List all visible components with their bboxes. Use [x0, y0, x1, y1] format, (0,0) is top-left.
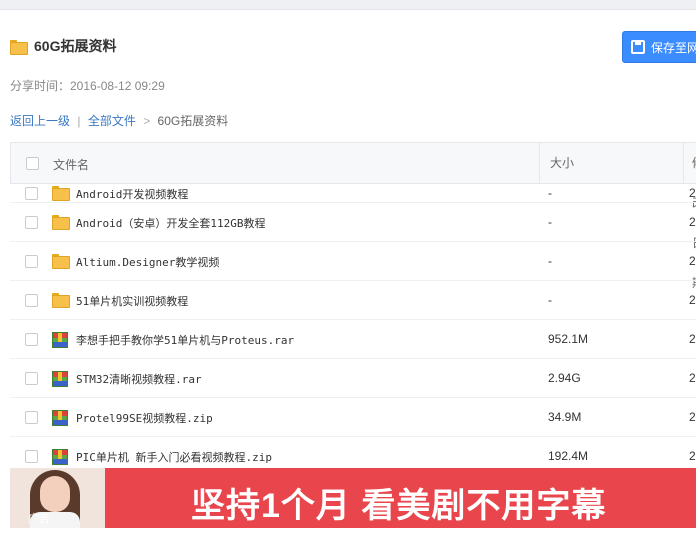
file-list-header: 文件名 大小 修改日期: [10, 142, 696, 290]
column-header-date[interactable]: 修改日期: [683, 143, 696, 290]
file-name[interactable]: 51单片机实训视频教程: [76, 293, 188, 309]
file-size: 34.9M: [548, 410, 582, 424]
ad-headline[interactable]: 坚持1个月 看美剧不用字幕: [191, 478, 606, 527]
breadcrumb-current: 60G拓展资料: [157, 114, 229, 128]
file-name[interactable]: Protel99SE视频教程.zip: [76, 410, 213, 426]
row-checkbox[interactable]: [25, 216, 38, 229]
file-name[interactable]: PIC单片机 新手入门必看视频教程.zip: [76, 449, 272, 465]
save-icon: [631, 40, 645, 54]
file-row[interactable]: Android（安卓）开发全套112GB教程 - 2: [10, 203, 696, 242]
top-bar: [0, 0, 696, 10]
file-row[interactable]: Altium.Designer教学视频 - 2: [10, 242, 696, 281]
file-date: 2: [689, 371, 696, 385]
file-size: 952.1M: [548, 332, 589, 346]
ad-headline-panel[interactable]: 坚持1个月 看美剧不用字幕: [105, 468, 696, 528]
back-link[interactable]: 返回上一级: [10, 114, 70, 128]
file-date: 2: [689, 293, 696, 307]
file-name[interactable]: Android开发视频教程: [76, 186, 188, 202]
folder-title-row: 60G拓展资料: [10, 36, 116, 56]
file-row[interactable]: 李想手把手教你学51单片机与Proteus.rar 952.1M 2: [10, 320, 696, 359]
row-checkbox[interactable]: [25, 450, 38, 463]
folder-icon: [52, 215, 70, 230]
file-size: 2.94G: [548, 371, 581, 385]
file-size: -: [548, 293, 552, 307]
file-size: -: [548, 215, 552, 229]
file-date: 2: [689, 254, 696, 268]
row-checkbox[interactable]: [25, 411, 38, 424]
file-name[interactable]: Android（安卓）开发全套112GB教程: [76, 215, 265, 231]
file-size: -: [548, 186, 552, 200]
file-date: 2: [689, 410, 696, 424]
file-row[interactable]: Protel99SE视频教程.zip 34.9M 2: [10, 398, 696, 437]
share-time: 分享时间：2016-08-12 09:29: [10, 79, 165, 93]
file-date: 2: [689, 332, 696, 346]
column-header-name[interactable]: 文件名: [53, 156, 89, 173]
archive-file-icon: [52, 449, 68, 465]
save-button-label: 保存至网盘: [650, 40, 696, 55]
row-checkbox[interactable]: [25, 187, 38, 200]
archive-file-icon: [52, 332, 68, 348]
archive-file-icon: [52, 371, 68, 387]
file-name[interactable]: 李想手把手教你学51单片机与Proteus.rar: [76, 332, 294, 348]
folder-icon: [10, 39, 28, 55]
folder-icon: [52, 293, 70, 308]
page-title: 60G拓展资料: [34, 38, 117, 54]
save-to-netdisk-button[interactable]: 保存至网盘: [622, 31, 696, 63]
file-row[interactable]: STM32清晰视频教程.rar 2.94G 2: [10, 359, 696, 398]
row-checkbox[interactable]: [25, 372, 38, 385]
file-rows: Android开发视频教程 - 2 Android（安卓）开发全套112GB教程…: [10, 184, 696, 476]
file-date: 2: [689, 215, 696, 229]
file-row[interactable]: Android开发视频教程 - 2: [10, 184, 696, 203]
row-checkbox[interactable]: [25, 294, 38, 307]
archive-file-icon: [52, 410, 68, 426]
file-row[interactable]: 51单片机实训视频教程 - 2: [10, 281, 696, 320]
file-name[interactable]: Altium.Designer教学视频: [76, 254, 219, 270]
breadcrumb-divider: |: [77, 114, 81, 128]
breadcrumb: 返回上一级 | 全部文件 > 60G拓展资料: [10, 112, 228, 129]
row-checkbox[interactable]: [25, 255, 38, 268]
row-checkbox[interactable]: [25, 333, 38, 346]
file-size: -: [548, 254, 552, 268]
folder-icon: [52, 254, 70, 269]
file-name[interactable]: STM32清晰视频教程.rar: [76, 371, 202, 387]
breadcrumb-arrow: >: [143, 114, 151, 128]
ad-banner[interactable]: 广告 坚持1个月 看美剧不用字幕: [0, 468, 696, 534]
select-all-checkbox[interactable]: [26, 157, 39, 170]
column-header-size[interactable]: 大小: [539, 143, 689, 183]
ad-photo: 广告: [10, 468, 105, 528]
folder-icon: [52, 186, 70, 201]
file-date: 2: [689, 449, 696, 463]
file-date: 2: [689, 186, 696, 200]
all-files-link[interactable]: 全部文件: [88, 114, 136, 128]
file-size: 192.4M: [548, 449, 589, 463]
ad-label: 广告: [28, 513, 50, 525]
